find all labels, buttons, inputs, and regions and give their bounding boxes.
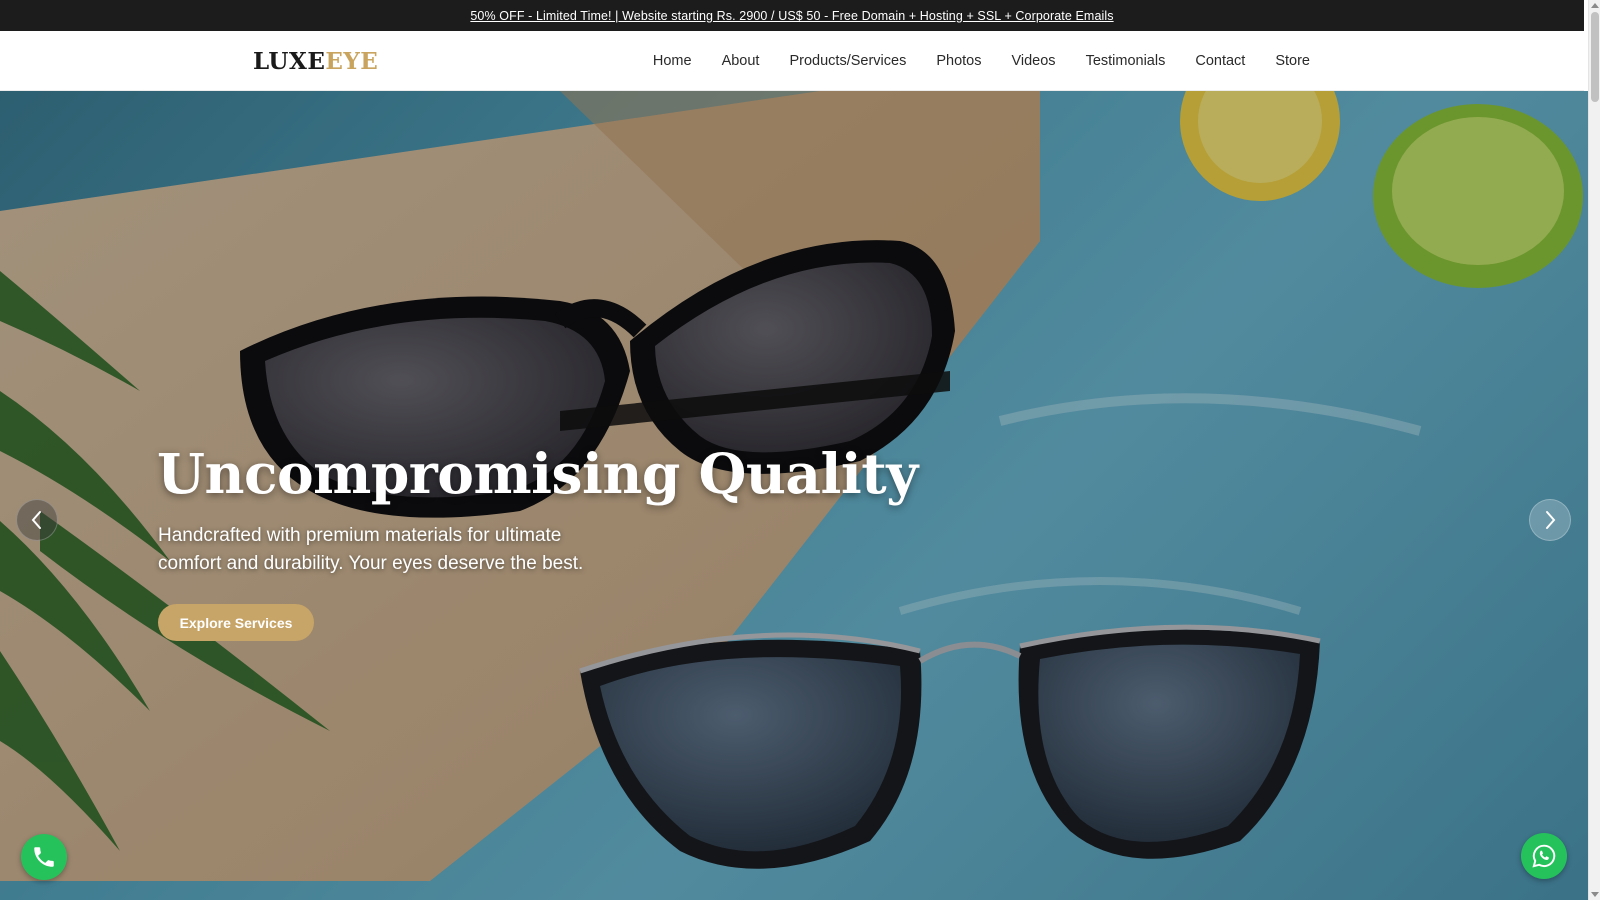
hero-slider: Uncompromising Quality Handcrafted with … [0,91,1588,900]
nav-item-home[interactable]: Home [653,53,692,69]
slider-next-button[interactable] [1529,499,1571,541]
page-scrollbar[interactable] [1588,0,1600,900]
nav-item-contact[interactable]: Contact [1195,53,1245,69]
phone-icon [34,847,54,867]
chevron-left-icon [31,511,41,529]
whatsapp-icon [1532,844,1556,868]
nav-item-photos[interactable]: Photos [936,53,981,69]
logo-part-eye: EYE [325,48,379,75]
scroll-up-arrow-icon[interactable] [1591,3,1599,8]
nav-item-videos[interactable]: Videos [1011,53,1055,69]
nav-item-store[interactable]: Store [1275,53,1310,69]
nav-item-products-services[interactable]: Products/Services [789,53,906,69]
main-nav: Home About Products/Services Photos Vide… [653,31,1310,91]
scroll-thumb[interactable] [1591,12,1599,102]
chevron-right-icon [1546,511,1556,529]
logo[interactable]: LUXEEYE [253,47,378,77]
explore-services-button[interactable]: Explore Services [158,604,314,641]
hero-subtitle: Handcrafted with premium materials for u… [158,525,584,574]
nav-item-testimonials[interactable]: Testimonials [1086,53,1166,69]
promo-link[interactable]: 50% OFF - Limited Time! | Website starti… [470,9,1113,23]
navbar: LUXEEYE Home About Products/Services Pho… [0,31,1584,91]
promo-banner: 50% OFF - Limited Time! | Website starti… [0,0,1584,31]
hero-title: Uncompromising Quality [157,441,918,506]
call-button[interactable] [21,834,67,880]
logo-part-luxe: LUXE [253,48,326,75]
nav-item-about[interactable]: About [722,53,760,69]
whatsapp-button[interactable] [1521,833,1567,879]
scroll-down-arrow-icon[interactable] [1591,892,1599,897]
slider-prev-button[interactable] [16,499,58,541]
